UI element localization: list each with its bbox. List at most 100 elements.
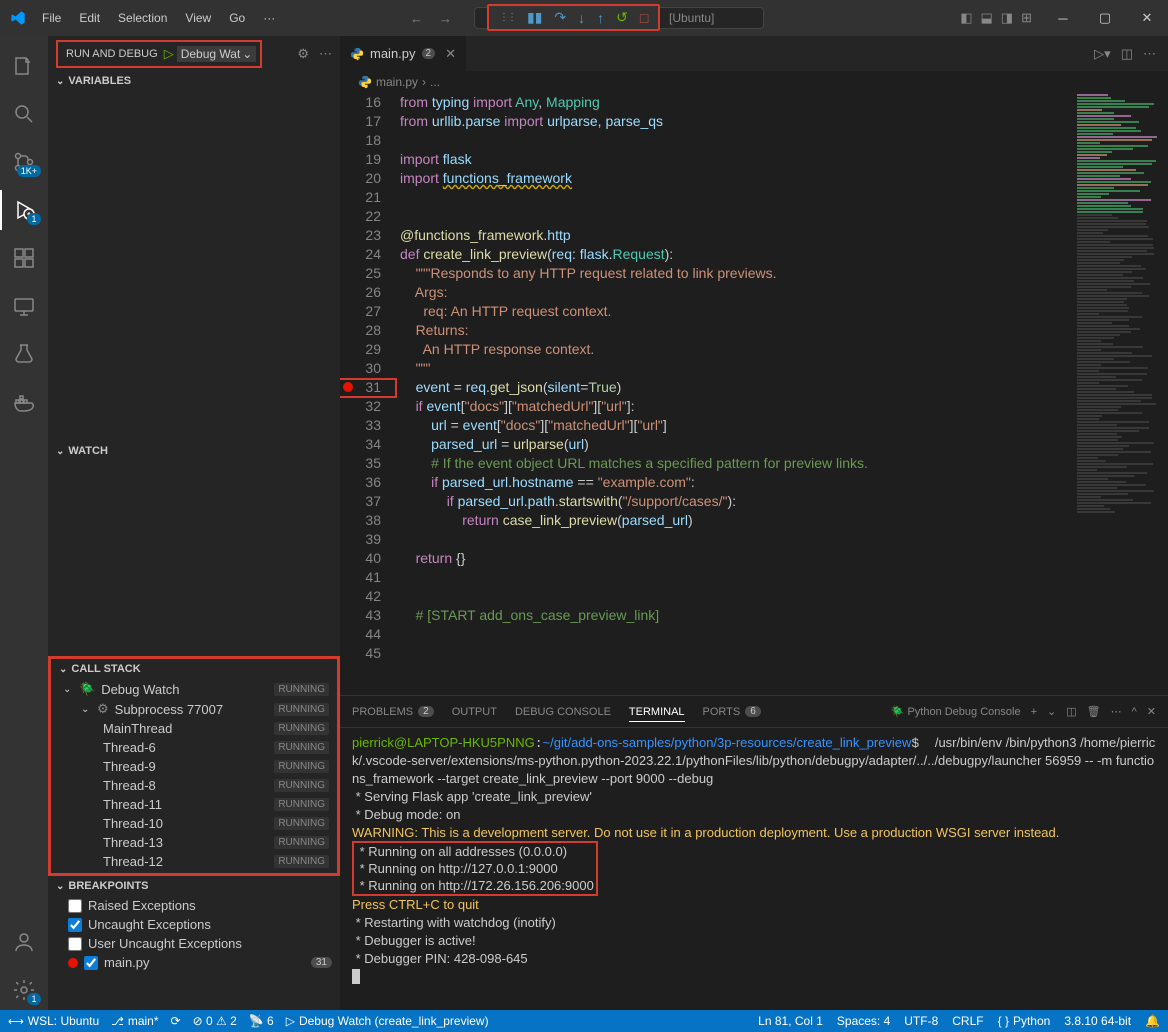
tab-debug-console[interactable]: DEBUG CONSOLE [515, 706, 611, 718]
layout-panel-icon[interactable]: ⬓ [981, 10, 993, 26]
bp-file[interactable]: main.py31 [48, 953, 340, 972]
callstack-thread[interactable]: Thread-12RUNNING [51, 852, 337, 871]
maximize-panel-icon[interactable]: ^ [1132, 706, 1137, 718]
editor-group: main.py 2 ✕ ▷▾ ◫ ⋯ main.py›... 161718192… [340, 36, 1168, 1010]
menu-selection[interactable]: Selection [110, 7, 175, 29]
extensions-icon[interactable] [0, 238, 48, 278]
accounts-icon[interactable] [0, 922, 48, 962]
callstack-subprocess[interactable]: ⌄⚙Subprocess 77007RUNNING [51, 699, 337, 719]
debug-step-into-icon[interactable]: ↓ [572, 7, 591, 29]
sb-remote[interactable]: ⟷WSL: Ubuntu [8, 1014, 99, 1028]
tab-main-py[interactable]: main.py 2 ✕ [340, 36, 467, 71]
sb-debug[interactable]: ▷ Debug Watch (create_link_preview) [286, 1014, 489, 1028]
debug-step-out-icon[interactable]: ↑ [591, 7, 610, 29]
sb-notifications-icon[interactable]: 🔔 [1145, 1014, 1160, 1028]
callstack-thread[interactable]: Thread-6RUNNING [51, 738, 337, 757]
run-debug-icon[interactable]: 1 [0, 190, 48, 230]
python-file-icon [350, 47, 364, 61]
watch-header[interactable]: ⌄WATCH [48, 441, 340, 461]
debug-toolbar[interactable]: ⋮⋮ ▮▮ ↷ ↓ ↑ ↺ □ [487, 4, 660, 31]
run-file-icon[interactable]: ▷▾ [1094, 46, 1111, 62]
callstack-thread[interactable]: Thread-8RUNNING [51, 776, 337, 795]
testing-icon[interactable] [0, 334, 48, 374]
tab-ports[interactable]: PORTS6 [703, 706, 761, 718]
terminal-dropdown-icon[interactable]: ⌄ [1047, 705, 1056, 718]
window-maximize-icon[interactable]: ▢ [1084, 0, 1126, 36]
callstack-thread[interactable]: Thread-10RUNNING [51, 814, 337, 833]
search-icon[interactable] [0, 94, 48, 134]
layout-sidebar-left-icon[interactable]: ◧ [960, 10, 972, 26]
callstack-session[interactable]: ⌄🪲Debug WatchRUNNING [51, 679, 337, 699]
kill-terminal-icon[interactable]: 🗑 [1087, 705, 1101, 718]
callstack-thread[interactable]: MainThreadRUNNING [51, 719, 337, 738]
minimap[interactable] [1073, 93, 1168, 695]
nav-forward-icon[interactable]: → [433, 7, 458, 30]
window-close-icon[interactable]: ✕ [1126, 0, 1168, 36]
callstack-thread[interactable]: Thread-11RUNNING [51, 795, 337, 814]
sb-encoding[interactable]: UTF-8 [904, 1014, 938, 1028]
terminal-output[interactable]: pierrick@LAPTOP-HKU5PNNG:~/git/add-ons-s… [340, 728, 1168, 1010]
bp-uncaught[interactable]: Uncaught Exceptions [48, 915, 340, 934]
nav-back-icon[interactable]: ← [404, 7, 429, 30]
tab-output[interactable]: OUTPUT [452, 706, 497, 718]
panel-tabs: PROBLEMS2 OUTPUT DEBUG CONSOLE TERMINAL … [340, 696, 1168, 728]
callstack-thread[interactable]: Thread-13RUNNING [51, 833, 337, 852]
menu-view[interactable]: View [177, 7, 219, 29]
editor-more-icon[interactable]: ⋯ [1143, 46, 1156, 62]
more-actions-icon[interactable]: ⋯ [319, 46, 332, 62]
close-panel-icon[interactable]: ✕ [1147, 705, 1156, 718]
vscode-logo-icon [10, 10, 26, 26]
source-control-icon[interactable]: 1K+ [0, 142, 48, 182]
menu-more[interactable]: ··· [255, 7, 283, 29]
callstack-body: ⌄🪲Debug WatchRUNNING ⌄⚙Subprocess 77007R… [51, 679, 337, 871]
window-minimize-icon[interactable]: ─ [1042, 0, 1084, 36]
sb-ports[interactable]: 📡 6 [249, 1014, 274, 1028]
split-terminal-icon[interactable]: ◫ [1066, 705, 1076, 718]
panel-more-icon[interactable]: ⋯ [1111, 705, 1122, 718]
watch-body [48, 461, 340, 656]
bp-raised[interactable]: Raised Exceptions [48, 896, 340, 915]
variables-header[interactable]: ⌄VARIABLES [48, 71, 340, 91]
explorer-icon[interactable] [0, 46, 48, 86]
variables-body [48, 91, 340, 441]
docker-icon[interactable] [0, 382, 48, 422]
split-editor-icon[interactable]: ◫ [1121, 46, 1133, 62]
code-editor[interactable]: 1617181920212223242526272829303132333435… [340, 93, 1168, 695]
debug-stop-icon[interactable]: □ [634, 7, 654, 29]
sb-branch[interactable]: ⎇main* [111, 1014, 158, 1028]
tab-terminal[interactable]: TERMINAL [629, 706, 685, 722]
sb-language[interactable]: { } Python [998, 1014, 1051, 1028]
menu-go[interactable]: Go [221, 7, 253, 29]
sb-position[interactable]: Ln 81, Col 1 [758, 1014, 823, 1028]
debug-config-gear-icon[interactable]: ⚙ [297, 46, 309, 62]
customize-layout-icon[interactable]: ⊞ [1021, 10, 1032, 26]
sb-spaces[interactable]: Spaces: 4 [837, 1014, 890, 1028]
status-bar: ⟷WSL: Ubuntu ⎇main* ⟳ ⊘ 0 ⚠ 2 📡 6 ▷ Debu… [0, 1010, 1168, 1032]
settings-gear-icon[interactable]: 1 [0, 970, 48, 1010]
debug-restart-icon[interactable]: ↺ [610, 6, 634, 29]
terminal-profile[interactable]: 🪲 Python Debug Console [891, 705, 1021, 718]
debug-pause-icon[interactable]: ▮▮ [521, 6, 548, 29]
sb-sync[interactable]: ⟳ [171, 1014, 181, 1028]
breakpoint-dot-icon[interactable] [343, 382, 353, 392]
debug-config-selector[interactable]: Debug Wat⌄ [177, 46, 257, 62]
sb-python-version[interactable]: 3.8.10 64-bit [1064, 1014, 1131, 1028]
remote-explorer-icon[interactable] [0, 286, 48, 326]
close-tab-icon[interactable]: ✕ [445, 46, 456, 62]
bp-user-uncaught[interactable]: User Uncaught Exceptions [48, 934, 340, 953]
sb-eol[interactable]: CRLF [952, 1014, 983, 1028]
callstack-header[interactable]: ⌄CALL STACK [51, 659, 337, 679]
tab-problems[interactable]: PROBLEMS2 [352, 706, 434, 718]
sidebar: RUN AND DEBUG ▷ Debug Wat⌄ ⚙ ⋯ ⌄VARIABLE… [48, 36, 340, 1010]
layout-sidebar-right-icon[interactable]: ◨ [1001, 10, 1013, 26]
start-debug-icon[interactable]: ▷ [164, 46, 174, 62]
sb-errors[interactable]: ⊘ 0 ⚠ 2 [193, 1014, 237, 1028]
debug-step-over-icon[interactable]: ↷ [548, 6, 572, 29]
breakpoints-header[interactable]: ⌄BREAKPOINTS [48, 876, 340, 896]
menu-edit[interactable]: Edit [71, 7, 108, 29]
callstack-thread[interactable]: Thread-9RUNNING [51, 757, 337, 776]
breadcrumb[interactable]: main.py›... [340, 71, 1168, 93]
drag-handle-icon[interactable]: ⋮⋮ [493, 9, 521, 26]
menu-file[interactable]: File [34, 7, 69, 29]
new-terminal-icon[interactable]: + [1031, 706, 1037, 718]
